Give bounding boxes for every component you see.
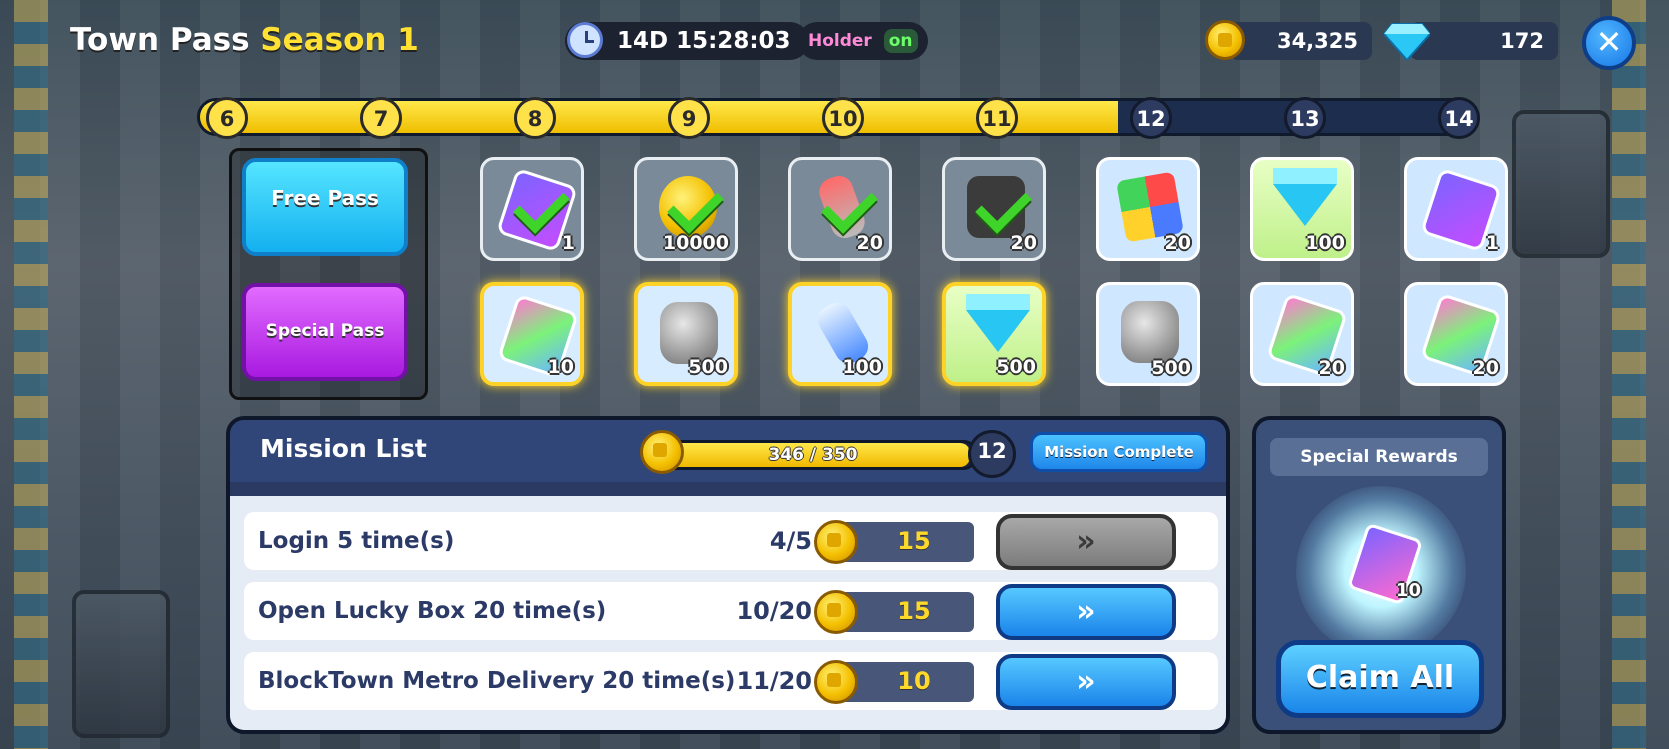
mission-panel: Mission List 346 / 350 12 Mission Comple… xyxy=(226,416,1230,734)
free-reward-tile[interactable]: 20 xyxy=(942,157,1046,261)
reward-qty: 500 xyxy=(996,356,1036,378)
gem-balance-value: 172 xyxy=(1500,29,1544,53)
rock-icon xyxy=(1121,301,1179,363)
mission-progress-bar: 346 / 350 xyxy=(650,440,976,470)
level-node: 10 xyxy=(822,97,864,139)
reward-qty: 20 xyxy=(1010,232,1037,254)
mission-name: Login 5 time(s) xyxy=(258,528,455,554)
special-reward-tile[interactable]: 20 xyxy=(1404,282,1508,386)
reward-qty: 500 xyxy=(1151,357,1191,379)
mission-next-level: 12 xyxy=(968,430,1016,478)
mission-reward: 15 xyxy=(897,527,931,555)
title-main: Town Pass xyxy=(70,22,250,58)
holder-toggle[interactable]: on xyxy=(883,29,918,53)
close-button[interactable]: ✕ xyxy=(1582,16,1636,70)
clock-icon xyxy=(567,22,603,58)
background-lamp-left xyxy=(72,590,170,738)
reward-qty: 10 xyxy=(547,356,574,378)
holder-status[interactable]: Holder on xyxy=(798,22,928,60)
page-title: Town Pass Season 1 xyxy=(70,22,419,58)
mission-progress-text: 346 / 350 xyxy=(768,445,858,465)
mission-go-button[interactable]: » xyxy=(996,654,1176,710)
gem-icon xyxy=(966,294,1030,352)
mission-title: Mission List xyxy=(260,434,427,463)
level-track: 6 7 8 9 10 11 12 13 14 xyxy=(197,97,1480,139)
reward-qty: 20 xyxy=(1164,232,1191,254)
mission-progress: 10/20 xyxy=(736,597,812,625)
free-reward-tile[interactable]: 100 xyxy=(1250,157,1354,261)
holder-label: Holder xyxy=(808,31,872,51)
mission-reward: 10 xyxy=(897,667,931,695)
level-node: 6 xyxy=(206,97,248,139)
special-reward-qty: 10 xyxy=(1396,580,1422,601)
free-reward-tile[interactable]: 20 xyxy=(1096,157,1200,261)
gem-icon xyxy=(1384,23,1430,60)
reward-qty: 1 xyxy=(1485,232,1499,254)
mission-row: Open Lucky Box 20 time(s) 10/20 15 » xyxy=(244,582,1218,640)
special-reward-tile[interactable]: 500 xyxy=(634,282,738,386)
reward-qty: 20 xyxy=(856,232,883,254)
rock-icon xyxy=(660,302,718,364)
level-node: 11 xyxy=(976,97,1018,139)
mission-points-icon xyxy=(814,660,858,704)
special-reward-tile[interactable]: 10 xyxy=(480,282,584,386)
reward-qty: 100 xyxy=(1305,232,1345,254)
special-rewards-panel: Special Rewards 10 Claim All xyxy=(1252,416,1506,734)
mission-row: BlockTown Metro Delivery 20 time(s) 11/20… xyxy=(244,652,1218,710)
reward-qty: 500 xyxy=(688,356,728,378)
level-node: 8 xyxy=(514,97,556,139)
free-reward-tile[interactable]: 1 xyxy=(480,157,584,261)
mission-row: Login 5 time(s) 4/5 15 » xyxy=(244,512,1218,570)
special-pass-ticket: Special Pass xyxy=(242,283,408,381)
coin-balance: 34,325 xyxy=(1230,22,1372,60)
mission-reward: 15 xyxy=(897,597,931,625)
background-pillar-right xyxy=(1612,0,1646,749)
mission-name: BlockTown Metro Delivery 20 time(s) xyxy=(258,668,736,694)
season-timer: 14D 15:28:03 xyxy=(565,22,809,60)
level-node: 7 xyxy=(360,97,402,139)
coin-balance-value: 34,325 xyxy=(1276,29,1358,53)
mission-complete-button[interactable]: Mission Complete xyxy=(1030,432,1208,472)
mission-name: Open Lucky Box 20 time(s) xyxy=(258,598,607,624)
background-pillar-left xyxy=(14,0,48,749)
gem-balance: 172 xyxy=(1410,22,1558,60)
level-node: 9 xyxy=(668,97,710,139)
claim-all-button[interactable]: Claim All xyxy=(1276,640,1484,718)
reward-qty: 20 xyxy=(1472,357,1499,379)
level-node: 14 xyxy=(1438,97,1480,139)
special-reward-tile[interactable]: 20 xyxy=(1250,282,1354,386)
special-reward-tile[interactable]: 500 xyxy=(942,282,1046,386)
mission-progress: 11/20 xyxy=(736,667,812,695)
level-node: 12 xyxy=(1130,97,1172,139)
mission-points-icon xyxy=(814,520,858,564)
free-reward-tile[interactable]: 20 xyxy=(788,157,892,261)
reward-qty: 100 xyxy=(842,356,882,378)
mission-progress: 4/5 xyxy=(769,527,812,555)
coin-icon xyxy=(1205,20,1245,60)
level-node: 13 xyxy=(1284,97,1326,139)
mission-points-icon xyxy=(640,430,684,474)
free-reward-tile[interactable]: 10000 xyxy=(634,157,738,261)
title-season: Season 1 xyxy=(260,22,419,58)
mission-points-icon xyxy=(814,590,858,634)
reward-qty: 20 xyxy=(1318,357,1345,379)
gem-icon xyxy=(1273,168,1337,226)
reward-qty: 1 xyxy=(561,232,575,254)
special-rewards-title: Special Rewards xyxy=(1270,438,1488,476)
reward-qty: 10000 xyxy=(662,232,729,254)
mission-header: Mission List 346 / 350 12 Mission Comple… xyxy=(230,420,1226,482)
free-pass-ticket: Free Pass xyxy=(242,158,408,256)
background-lamp-right xyxy=(1512,110,1610,258)
special-reward-tile[interactable]: 500 xyxy=(1096,282,1200,386)
mission-list[interactable]: Login 5 time(s) 4/5 15» Open Lucky Box 20 t… xyxy=(230,496,1226,730)
free-reward-tile[interactable]: 1 xyxy=(1404,157,1508,261)
mission-go-button[interactable]: » xyxy=(996,584,1176,640)
timer-text: 14D 15:28:03 xyxy=(617,28,791,54)
mission-go-button[interactable]: » xyxy=(996,514,1176,570)
special-reward-tile[interactable]: 100 xyxy=(788,282,892,386)
